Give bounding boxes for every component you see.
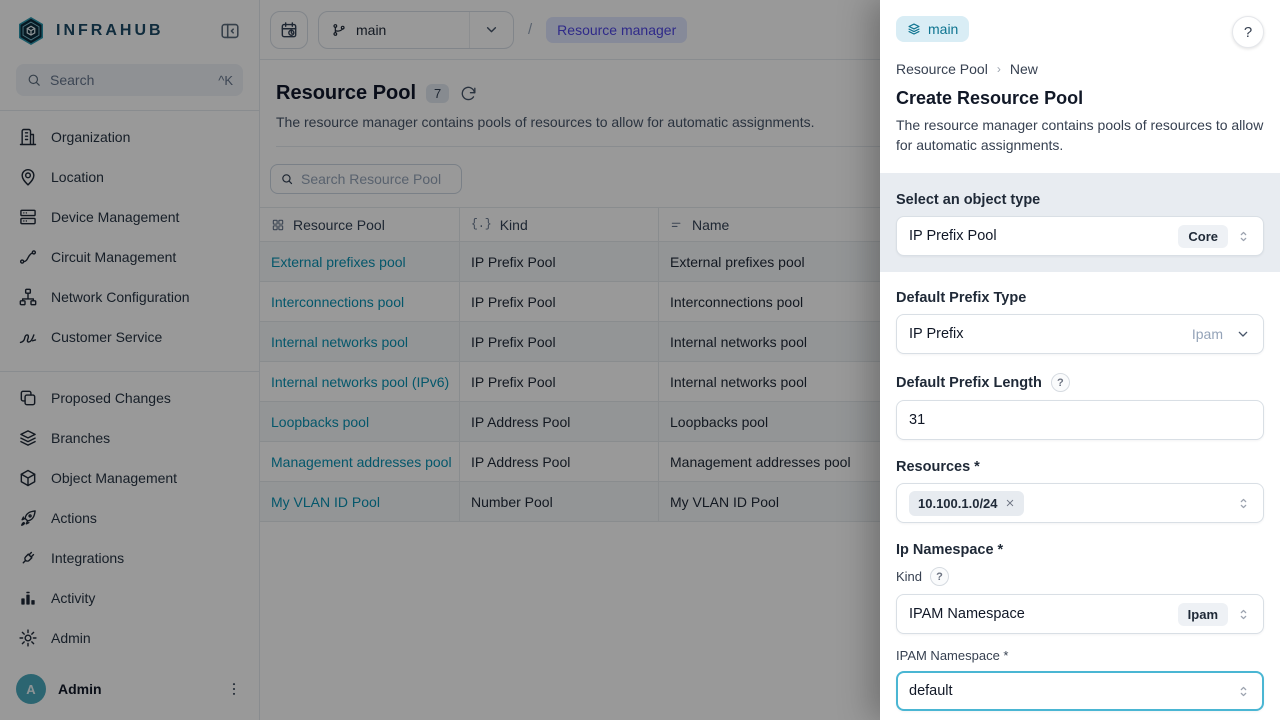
selector-icon: [1236, 684, 1251, 699]
breadcrumb-new: New: [1010, 61, 1038, 77]
ipam-namespace-label: IPAM Namespace *: [896, 648, 1264, 663]
drawer-breadcrumb: Resource Pool › New: [896, 61, 1264, 77]
help-icon[interactable]: ?: [930, 567, 949, 586]
object-type-select[interactable]: IP Prefix Pool Core: [896, 216, 1264, 256]
resource-chip: 10.100.1.0/24: [909, 491, 1024, 516]
drawer-description: The resource manager contains pools of r…: [896, 115, 1264, 155]
resources-multiselect[interactable]: 10.100.1.0/24: [896, 483, 1264, 523]
object-type-section: Select an object type IP Prefix Pool Cor…: [880, 173, 1280, 272]
help-button[interactable]: ?: [1232, 16, 1264, 48]
breadcrumb-resource-pool[interactable]: Resource Pool: [896, 61, 988, 77]
selector-icon: [1236, 607, 1251, 622]
help-icon[interactable]: ?: [1051, 373, 1070, 392]
selector-icon: [1236, 229, 1251, 244]
prefix-type-select[interactable]: IP Prefix Ipam: [896, 314, 1264, 354]
kind-label: Kind: [896, 569, 922, 584]
ipam-namespace-select[interactable]: default: [896, 671, 1264, 711]
create-resource-pool-drawer: main ? Resource Pool › New Create Resour…: [880, 0, 1280, 720]
core-badge: Core: [1178, 225, 1228, 248]
prefix-length-label: Default Prefix Length: [896, 375, 1042, 391]
ipam-badge: Ipam: [1178, 603, 1228, 626]
ip-namespace-group-label: Ip Namespace *: [896, 542, 1264, 558]
chevron-right-icon: ›: [997, 62, 1001, 76]
prefix-length-input[interactable]: [909, 412, 1251, 428]
prefix-length-field: [896, 400, 1264, 440]
chevron-down-icon: [1235, 326, 1251, 342]
ipam-hint: Ipam: [1192, 326, 1223, 342]
resources-label: Resources *: [896, 459, 1264, 475]
app-root: INFRAHUB ^K Organization: [0, 0, 1280, 720]
close-icon[interactable]: [1005, 498, 1015, 508]
branch-badge[interactable]: main: [896, 16, 969, 42]
kind-select[interactable]: IPAM Namespace Ipam: [896, 594, 1264, 634]
create-form: Default Prefix Type IP Prefix Ipam Defau…: [880, 272, 1280, 711]
drawer-title: Create Resource Pool: [896, 88, 1264, 109]
selector-icon: [1236, 496, 1251, 511]
prefix-type-label: Default Prefix Type: [896, 290, 1264, 306]
layers-icon: [907, 22, 921, 36]
object-type-label: Select an object type: [896, 192, 1264, 208]
